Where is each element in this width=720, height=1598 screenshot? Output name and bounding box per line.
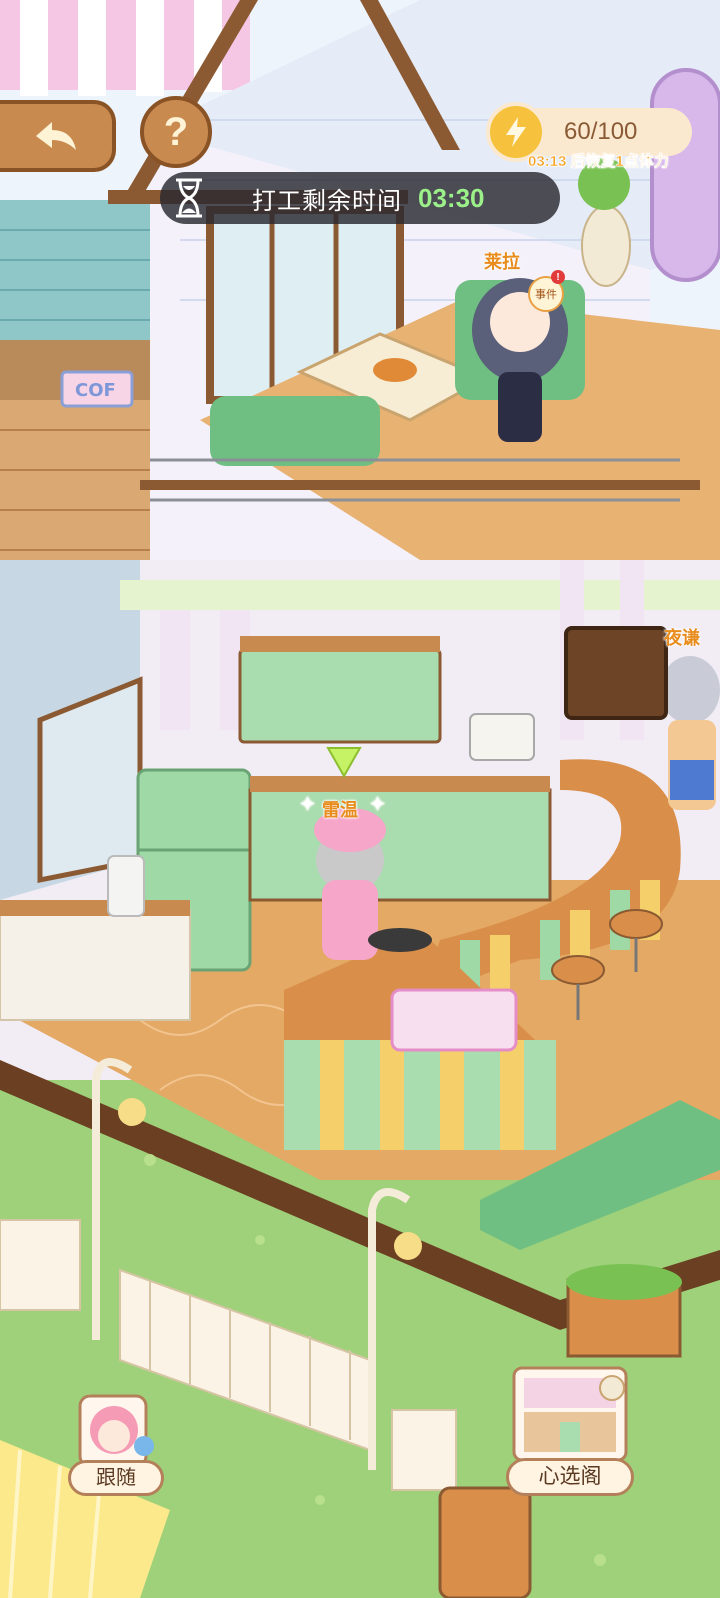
energy-display[interactable]: 60/100	[486, 102, 692, 162]
hourglass-icon	[160, 172, 218, 224]
cafe-sign-text: COF	[75, 380, 116, 401]
shop-building-icon	[512, 1366, 628, 1462]
door	[650, 68, 720, 282]
energy-recovery-note: 03:13 后恢复1点体力	[528, 153, 669, 170]
work-timer: 打工剩余时间 03:30	[160, 172, 560, 224]
character-name-laila: 莱拉	[484, 252, 520, 272]
back-arrow-icon	[36, 122, 76, 150]
event-label: 事件	[535, 289, 557, 301]
sparkle-icon: ✦	[370, 794, 386, 814]
character-name-chef: 雷温	[322, 800, 358, 820]
help-button[interactable]: ?	[140, 96, 212, 168]
alert-icon: !	[551, 270, 565, 284]
help-icon: ?	[163, 109, 189, 154]
timer-value: 03:30	[418, 182, 485, 213]
follow-button[interactable]: 跟随	[68, 1390, 168, 1500]
character-name-yeqian: 夜谦	[664, 628, 700, 648]
follow-label: 跟随	[68, 1460, 164, 1496]
sparkle-icon: ✦	[300, 794, 316, 814]
character-yeqian	[660, 656, 720, 810]
back-button[interactable]	[0, 100, 116, 172]
timer-label: 打工剩余时间	[252, 187, 402, 215]
gallery-button[interactable]: 心选阁	[500, 1358, 640, 1500]
gallery-label: 心选阁	[506, 1458, 634, 1496]
character-avatar-icon	[78, 1394, 154, 1468]
energy-value: 60/100	[564, 118, 638, 145]
